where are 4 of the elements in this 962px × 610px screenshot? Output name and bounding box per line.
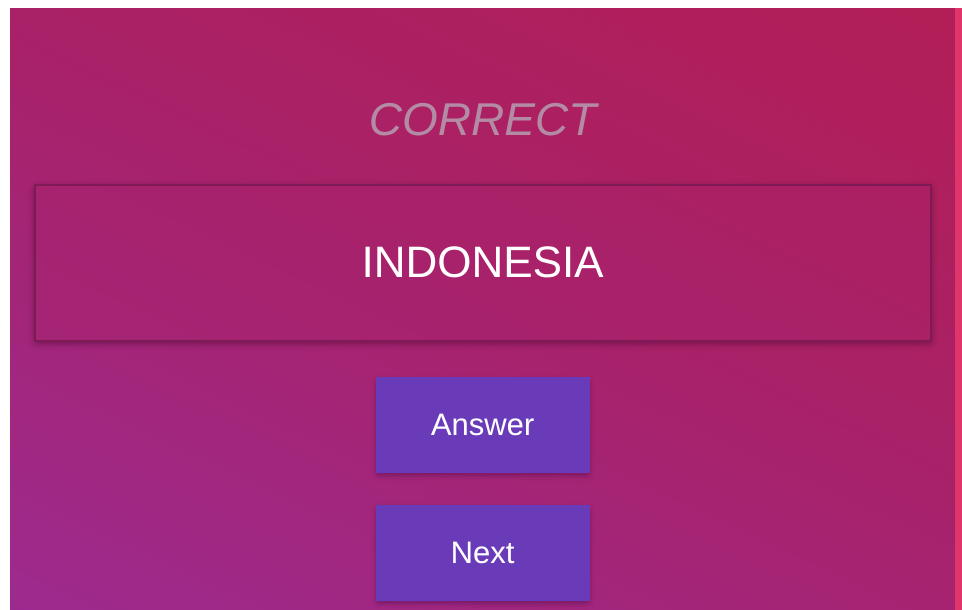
- next-button[interactable]: Next: [376, 505, 590, 601]
- result-label: CORRECT: [368, 96, 596, 142]
- answer-display: INDONESIA: [34, 184, 932, 342]
- answer-button[interactable]: Answer: [376, 377, 590, 473]
